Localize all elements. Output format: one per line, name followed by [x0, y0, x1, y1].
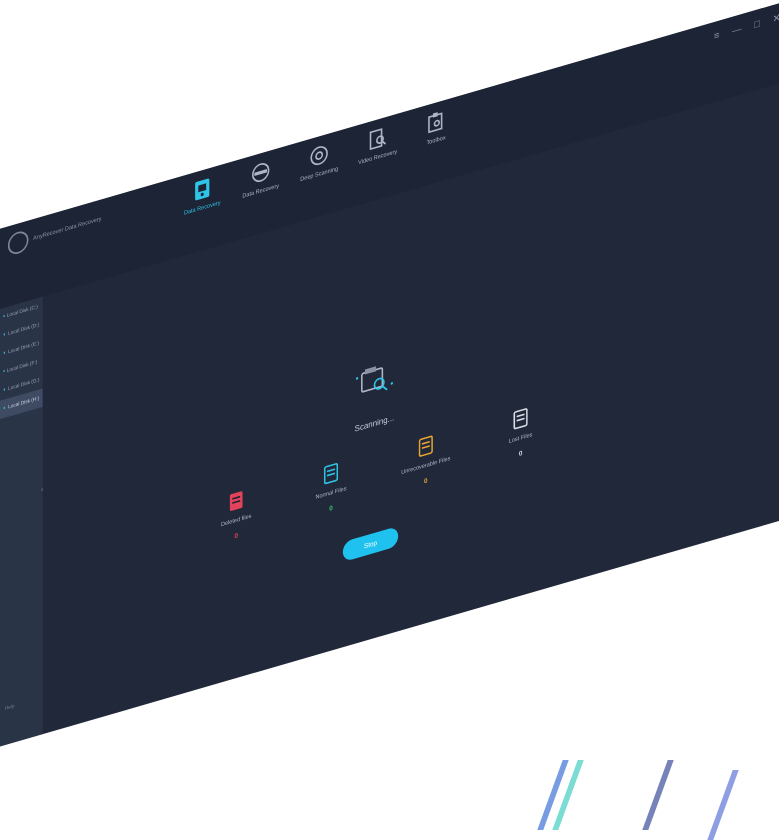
tab-video-recovery[interactable]: Video Recovery	[357, 122, 398, 166]
scan-status: Scanning...	[354, 413, 395, 435]
close-icon[interactable]: ✕	[773, 11, 779, 25]
tab-label: Data Recovery	[183, 200, 221, 217]
tab-label: Video Recovery	[358, 148, 398, 167]
logo-icon	[7, 228, 29, 257]
normal-file-icon	[322, 461, 341, 487]
stat-label: Unrecoverable Files	[401, 455, 451, 476]
stat-value: 0	[234, 531, 238, 541]
deleted-file-icon	[227, 488, 246, 514]
app-title: AnyRecover Data Recovery	[33, 215, 102, 242]
sidebar: ▪ Local Disk (C:) ◐ Local Disk (D:) ◐ Local…	[0, 296, 43, 747]
tab-data-recovery[interactable]: Data Recovery	[182, 173, 223, 217]
tab-toolbox[interactable]: Toolbox	[416, 105, 457, 149]
drive-icon: ◐	[3, 386, 7, 394]
menu-icon[interactable]: ≡	[714, 29, 720, 42]
unrecoverable-file-icon	[416, 433, 435, 459]
stat-unrecoverable-files: Unrecoverable Files 0	[390, 426, 461, 495]
stat-value: 0	[329, 504, 333, 513]
drive-icon: ◐	[3, 331, 7, 339]
stat-value: 0	[518, 449, 523, 458]
data-recovery-icon	[192, 176, 213, 204]
stat-normal-files: Normal Files 0	[295, 453, 366, 522]
toolbox-icon	[426, 108, 447, 136]
drive-icon: ◐	[3, 349, 7, 357]
video-repair-icon	[367, 125, 388, 153]
stat-value: 0	[424, 476, 428, 486]
stat-lost-files: Lost Files 0	[485, 398, 556, 467]
disk-icon	[250, 159, 271, 187]
drive-icon: ◐	[3, 404, 7, 412]
scanning-illustration-icon	[351, 357, 398, 412]
tab-label: Deep Scanning	[300, 166, 339, 183]
lost-file-icon	[511, 406, 530, 432]
decorative-stroke	[642, 760, 674, 830]
minimize-icon[interactable]: —	[732, 22, 741, 36]
stat-label: Lost Files	[508, 432, 533, 445]
drive-icon: ▪	[3, 368, 6, 375]
deep-scan-icon	[309, 142, 330, 170]
tab-disk-recovery[interactable]: Data Recovery	[240, 156, 281, 200]
tab-label: Data Recovery	[242, 183, 279, 200]
drive-icon: ▪	[3, 313, 6, 320]
app-logo: AnyRecover Data Recovery	[7, 208, 102, 257]
tab-label: Toolbox	[426, 134, 446, 147]
decorative-stroke	[552, 760, 584, 830]
decorative-stroke	[707, 770, 739, 840]
app-window: AnyRecover Data Recovery Data Recovery D…	[0, 0, 779, 747]
window-controls: ≡ — □ ✕	[714, 11, 779, 42]
tab-deep-scanning[interactable]: Deep Scanning	[299, 139, 340, 183]
stat-label: Normal Files	[315, 485, 347, 501]
stat-deleted-files: Deleted files 0	[201, 481, 272, 550]
maximize-icon[interactable]: □	[754, 17, 760, 30]
sidebar-footer[interactable]: Help	[5, 704, 15, 712]
stop-button[interactable]: Stop	[342, 526, 399, 563]
stat-label: Deleted files	[220, 513, 252, 529]
